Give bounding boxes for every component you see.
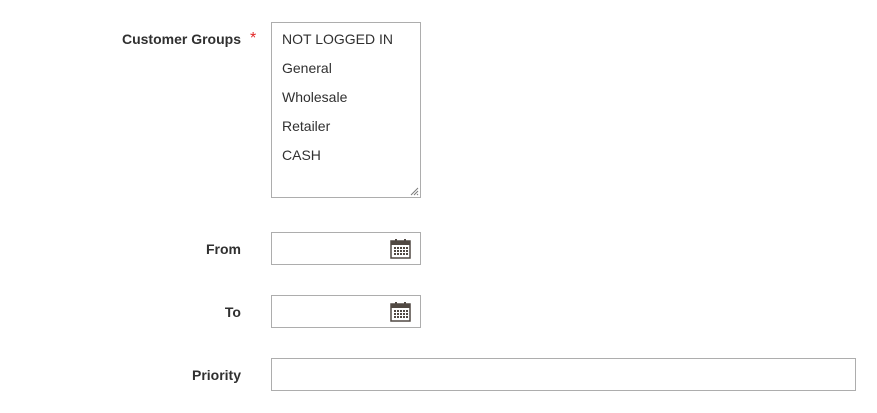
customer-group-option[interactable]: General [282, 60, 332, 76]
to-label: To [224, 304, 241, 320]
priority-label: Priority [191, 367, 241, 383]
customer-group-option[interactable]: NOT LOGGED IN [282, 31, 393, 47]
rule-form: Customer Groups * NOT LOGGED IN General … [0, 0, 877, 413]
calendar-icon[interactable] [390, 238, 411, 259]
customer-groups-label: Customer Groups [121, 31, 241, 47]
from-date-field[interactable] [271, 232, 421, 265]
priority-input[interactable] [271, 358, 856, 391]
resize-grip-icon[interactable] [410, 187, 419, 196]
customer-group-option[interactable]: Retailer [282, 118, 330, 134]
customer-groups-multiselect[interactable]: NOT LOGGED IN General Wholesale Retailer… [271, 22, 421, 198]
required-marker: * [250, 30, 257, 47]
calendar-icon[interactable] [390, 301, 411, 322]
from-label: From [206, 241, 241, 257]
customer-group-option[interactable]: CASH [282, 147, 321, 163]
to-date-field[interactable] [271, 295, 421, 328]
customer-group-option[interactable]: Wholesale [282, 89, 347, 105]
